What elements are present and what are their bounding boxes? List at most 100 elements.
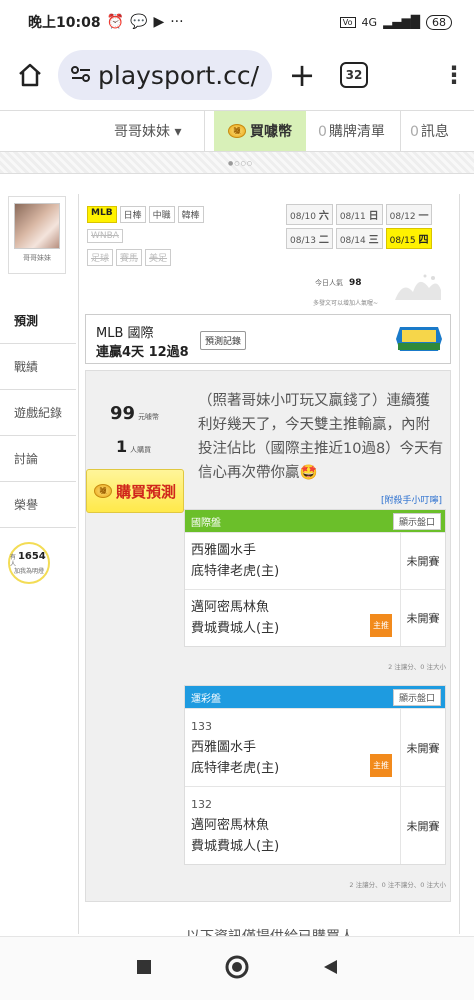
volte-icon: Vo	[339, 16, 356, 28]
prediction-content: MLB 日棒 中職 韓棒 WNBA 足球 賽馬 美足 08/10 六 08/11 日 08/12 …	[78, 194, 460, 934]
username: 哥哥妹妹	[23, 254, 51, 262]
menu-item-prediction[interactable]: 預測	[0, 298, 76, 344]
coin-icon: 噱	[93, 484, 112, 498]
home-icon[interactable]	[12, 57, 48, 93]
date-tab[interactable]: 08/12 一	[385, 204, 433, 225]
buy-prediction-button[interactable]: 噱 購買預測	[86, 469, 184, 513]
handle-dots: ●○○○	[228, 160, 253, 167]
signal-icon: ▂▄▆█	[383, 15, 420, 29]
league-header: MLB 國際 連贏4天 12過8 預測記錄	[85, 314, 451, 364]
match-teams: 133 西雅圖水手 底特律老虎(主) 主推	[185, 709, 401, 786]
back-icon[interactable]	[321, 958, 339, 980]
show-odds-button[interactable]: 顯示盤口	[392, 688, 441, 706]
win-streak: 連贏4天 12過8	[96, 345, 189, 360]
cart-link[interactable]: 0 購牌清單	[318, 121, 385, 141]
match-teams: 西雅圖水手 底特律老虎(主)	[185, 533, 401, 589]
sport-tab[interactable]: MLB	[87, 206, 117, 223]
site-nav: 哥哥妹妹 ▾ 噱 買噱幣 0 購牌清單 0 訊息	[0, 110, 474, 152]
intl-odds-table: 國際盤 顯示盤口 西雅圖水手 底特律老虎(主) 未開賽 邁阿密馬林魚 費城費城人(主…	[184, 509, 446, 647]
prediction-description: （照著哥妹小叮玩又贏錢了）連續獲利好幾天了，今天雙主推輸贏，內附投注佔比（國際主…	[198, 393, 444, 481]
popularity-note: 多發文可以增加人氣喔~	[313, 300, 379, 307]
price: 99 元噱幣	[110, 403, 160, 424]
league-name: MLB 國際	[96, 326, 154, 341]
lottery-odds-table: 運彩盤 顯示盤口 133 西雅圖水手 底特律老虎(主) 主推 未開賽 132 邁阿密馬林…	[184, 685, 446, 865]
coin-icon: 噱	[228, 124, 246, 138]
buyer-count: 1 人購買	[116, 437, 152, 456]
user-sidebar: 哥哥妹妹 預測 戰績 遊戲紀錄 討論 榮譽 有 1654 人 加我為明燈	[0, 190, 76, 584]
status-bar: 晚上10:08 ⏰ 💬 ▶ ··· Vo 4G ▂▄▆█ 68	[0, 0, 474, 44]
new-tab-icon[interactable]: +	[282, 56, 322, 94]
msg-count: 0	[410, 124, 419, 140]
table-row: 133 西雅圖水手 底特律老虎(主) 主推 未開賽	[185, 708, 445, 786]
match-status: 未開賽	[406, 555, 440, 568]
sport-tab[interactable]: 韓棒	[177, 206, 204, 223]
avatar-card[interactable]: 哥哥妹妹	[8, 196, 66, 274]
chat-bubble-icon: 💬	[130, 14, 148, 30]
alarm-icon: ⏰	[106, 14, 125, 30]
intl-odds-header: 國際盤 顯示盤口	[185, 510, 445, 532]
nav-divider	[400, 111, 401, 151]
lottery-odds-header: 運彩盤 顯示盤口	[185, 686, 445, 708]
match-status: 未開賽	[406, 612, 440, 625]
lottery-odds-title: 運彩盤	[191, 693, 221, 705]
more-notifications-icon: ···	[170, 14, 184, 30]
url-text: playsport.cc/	[98, 60, 260, 90]
home-button-icon[interactable]	[224, 954, 250, 984]
avatar	[14, 203, 60, 249]
killer-tips-link[interactable]: [附殺手小叮嚀]	[381, 493, 442, 506]
date-tab[interactable]: 08/10 六	[286, 204, 333, 225]
cart-count: 0	[318, 124, 327, 140]
menu-item-honor[interactable]: 榮譽	[0, 482, 76, 528]
date-tab[interactable]: 08/13 二	[286, 228, 333, 249]
youtube-icon: ▶	[153, 14, 165, 30]
prediction-record-button[interactable]: 預測記錄	[200, 331, 247, 350]
date-tab[interactable]: 08/14 三	[335, 228, 383, 249]
tab-switcher-button[interactable]: 32	[340, 62, 368, 88]
lottery-odds-footer: 2 注讓分、0 注不讓分、0 注大小	[349, 881, 446, 889]
table-row: 西雅圖水手 底特律老虎(主) 未開賽	[185, 532, 445, 589]
show-odds-button[interactable]: 顯示盤口	[392, 512, 441, 530]
buy-coins-button[interactable]: 噱 買噱幣	[214, 111, 306, 151]
sport-tab: 賽馬	[116, 249, 143, 266]
site-settings-icon[interactable]	[70, 61, 92, 90]
network-type: 4G	[361, 15, 378, 29]
battery-indicator: 68	[426, 14, 452, 30]
menu-item-game-log[interactable]: 遊戲紀錄	[0, 390, 76, 436]
cart-label: 購牌清單	[328, 124, 385, 140]
intl-odds-title: 國際盤	[191, 517, 221, 529]
menu-item-discussion[interactable]: 討論	[0, 436, 76, 482]
date-tab[interactable]: 08/15 四	[385, 228, 433, 249]
likes-count: 1654	[17, 550, 46, 562]
match-teams: 邁阿密馬林魚 費城費城人(主) 主推	[185, 590, 401, 646]
match-status: 未開賽	[406, 741, 440, 755]
date-tabs: 08/10 六 08/11 日 08/12 一 08/13 二 08/14 三 08/15…	[286, 204, 444, 249]
prediction-panel: 99 元噱幣 1 人購買 噱 購買預測 （照著哥妹小叮玩又贏錢了）連續獲利好幾天了，…	[85, 370, 451, 902]
match-teams: 132 邁阿密馬林魚 費城費城人(主)	[185, 787, 401, 864]
messages-link[interactable]: 0 訊息	[410, 121, 449, 141]
killer-medal-icon	[396, 327, 442, 351]
browser-toolbar: playsport.cc/ + 32 ⋮	[0, 44, 474, 106]
popularity-value: 98	[349, 278, 362, 288]
sport-tab[interactable]: 中職	[148, 206, 175, 223]
recents-icon[interactable]	[135, 958, 153, 980]
popularity: 今日人氣 98	[315, 278, 362, 288]
match-status: 未開賽	[406, 819, 440, 833]
date-tab[interactable]: 08/11 日	[335, 204, 383, 225]
splash-decoration-icon	[395, 274, 441, 300]
main-pick-badge: 主推	[370, 614, 392, 637]
address-bar[interactable]: playsport.cc/	[58, 50, 272, 100]
android-nav-bar	[0, 936, 474, 1000]
table-row: 132 邁阿密馬林魚 費城費城人(主) 未開賽	[185, 786, 445, 864]
more-options-icon[interactable]: ⋮	[442, 61, 466, 89]
likes-line: 有 1654 人	[10, 550, 46, 568]
brother-sister-menu[interactable]: 哥哥妹妹 ▾	[114, 121, 181, 141]
main-pick-badge: 主推	[370, 754, 392, 777]
buy-prediction-label: 購買預測	[115, 482, 176, 501]
sport-tabs: MLB 日棒 中職 韓棒 WNBA 足球 賽馬 美足	[87, 206, 237, 266]
collapse-handle[interactable]: ●○○○	[0, 152, 474, 174]
buy-coins-label: 買噱幣	[250, 124, 292, 140]
sport-tab: 足球	[87, 249, 114, 266]
menu-item-record[interactable]: 戰績	[0, 344, 76, 390]
lightbulb-likes[interactable]: 有 1654 人 加我為明燈	[8, 542, 50, 584]
sport-tab[interactable]: 日棒	[119, 206, 146, 223]
